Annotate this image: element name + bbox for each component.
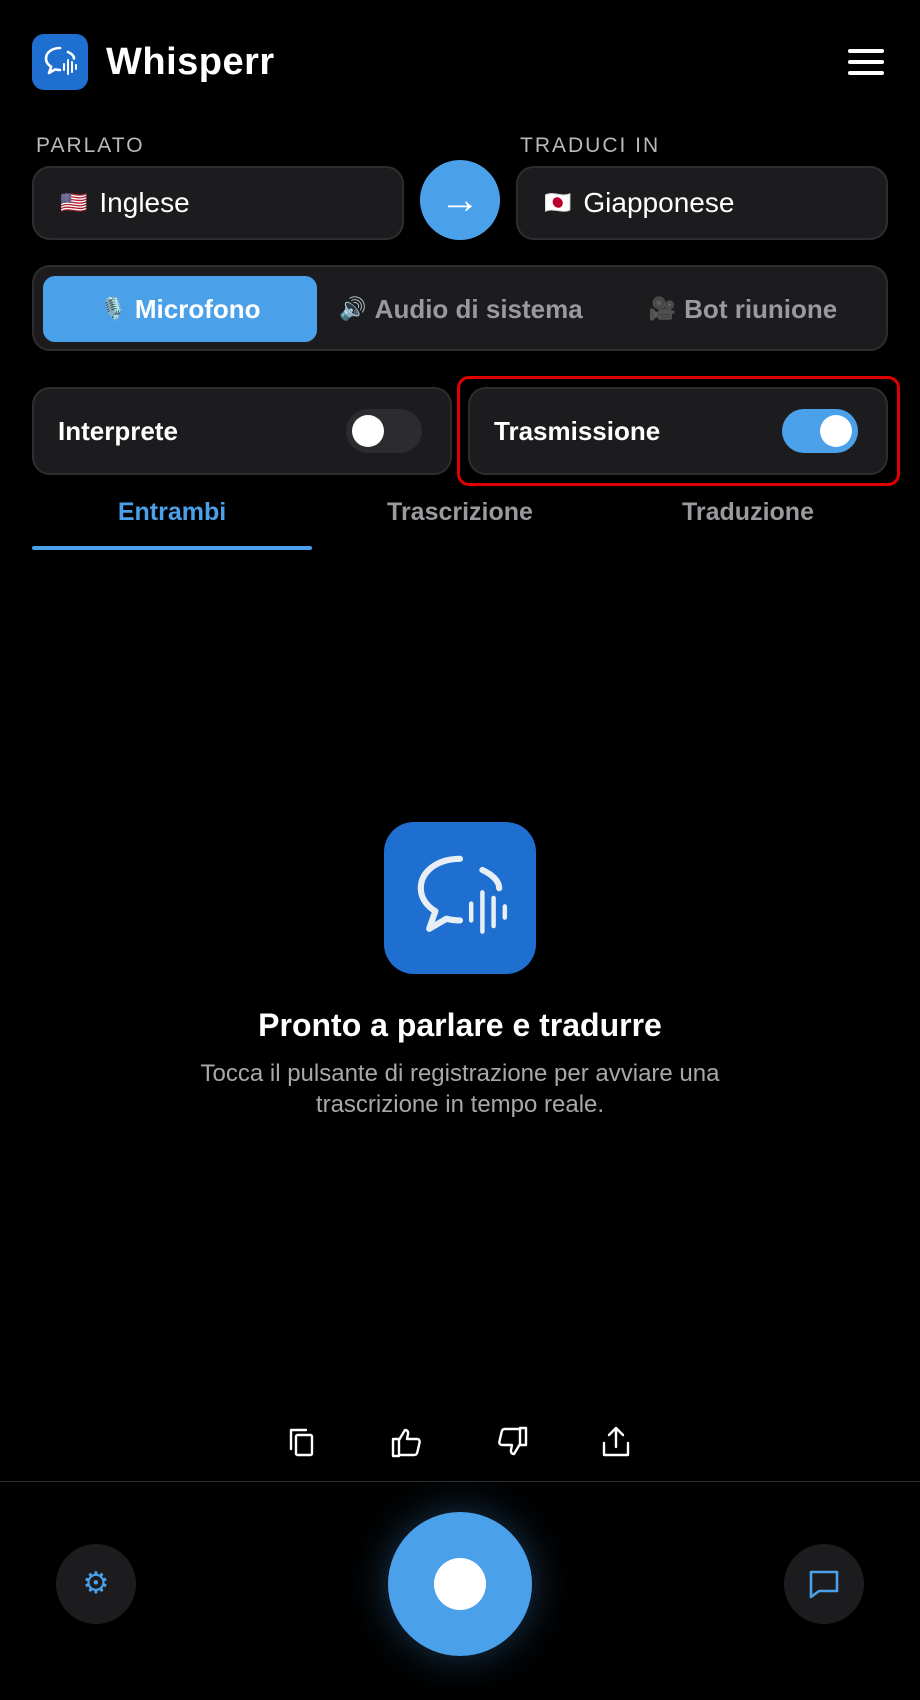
chat-button[interactable] (784, 1544, 864, 1624)
broadcast-card: Trasmissione (468, 387, 888, 475)
empty-state-logo (384, 822, 536, 974)
app-logo (32, 34, 88, 90)
source-meeting-bot-label: Bot riunione (684, 293, 838, 324)
interpreter-toggle[interactable] (346, 409, 422, 453)
target-language-select[interactable]: 🇯🇵 Giapponese (516, 166, 888, 240)
tab-active-indicator (32, 546, 312, 550)
target-language-value: Giapponese (583, 187, 735, 218)
source-microphone-label: Microfono (134, 293, 261, 324)
swap-languages-button[interactable]: → (420, 160, 500, 240)
tab-translation[interactable]: Traduzione (608, 494, 888, 550)
hamburger-menu-icon[interactable] (844, 40, 888, 84)
source-system-audio-label: Audio di sistema (374, 293, 583, 324)
chat-wave-icon (417, 855, 508, 934)
gear-icon: ⚙ (82, 1567, 110, 1600)
broadcast-toggle[interactable] (782, 409, 858, 453)
header: Whisperr (32, 34, 888, 90)
tab-both[interactable]: Entrambi (32, 494, 312, 550)
thumbs-up-icon[interactable] (385, 1420, 429, 1464)
camera-icon: 🎥 (648, 296, 677, 321)
source-meeting-bot-button[interactable]: 🎥 Bot riunione (606, 276, 880, 342)
app-title: Whisperr (106, 40, 275, 83)
settings-button[interactable]: ⚙ (56, 1544, 136, 1624)
view-tabs: Entrambi Trascrizione Traduzione (32, 494, 888, 550)
target-language-label: TRADUCI IN (520, 134, 661, 157)
interpreter-card: Interprete (32, 387, 452, 475)
source-language-label: PARLATO (36, 134, 145, 157)
thumbs-down-icon[interactable] (490, 1420, 534, 1464)
tab-transcription[interactable]: Trascrizione (320, 494, 600, 550)
interpreter-label: Interprete (58, 415, 178, 446)
arrow-right-icon: → (440, 177, 480, 222)
input-source-segmented: 🎙️ Microfono 🔊 Audio di sistema 🎥 Bot ri… (32, 265, 888, 351)
share-icon[interactable] (594, 1420, 638, 1464)
source-microphone-button[interactable]: 🎙️ Microfono (43, 276, 317, 342)
bottom-divider (0, 1481, 920, 1482)
us-flag-icon: 🇺🇸 (60, 190, 88, 215)
record-button[interactable] (388, 1512, 532, 1656)
speaker-icon: 🔊 (339, 296, 367, 321)
empty-state-title: Pronto a parlare e tradurre (258, 1007, 662, 1043)
chat-wave-icon (44, 46, 77, 75)
source-language-value: Inglese (99, 187, 190, 218)
empty-state-description: Tocca il pulsante di registrazione per a… (200, 1060, 720, 1118)
app-screen: Whisperr PARLATO 🇺🇸 Inglese → TRADUCI IN… (0, 0, 920, 1700)
jp-flag-icon: 🇯🇵 (544, 190, 572, 215)
record-icon (434, 1558, 486, 1610)
source-language-select[interactable]: 🇺🇸 Inglese (32, 166, 404, 240)
broadcast-label: Trasmissione (494, 415, 661, 446)
source-system-audio-button[interactable]: 🔊 Audio di sistema (324, 276, 598, 342)
chat-bubble-icon (809, 1570, 839, 1599)
microphone-icon: 🎙️ (99, 296, 127, 321)
copy-icon[interactable] (280, 1420, 324, 1464)
message-actions (0, 1420, 920, 1464)
